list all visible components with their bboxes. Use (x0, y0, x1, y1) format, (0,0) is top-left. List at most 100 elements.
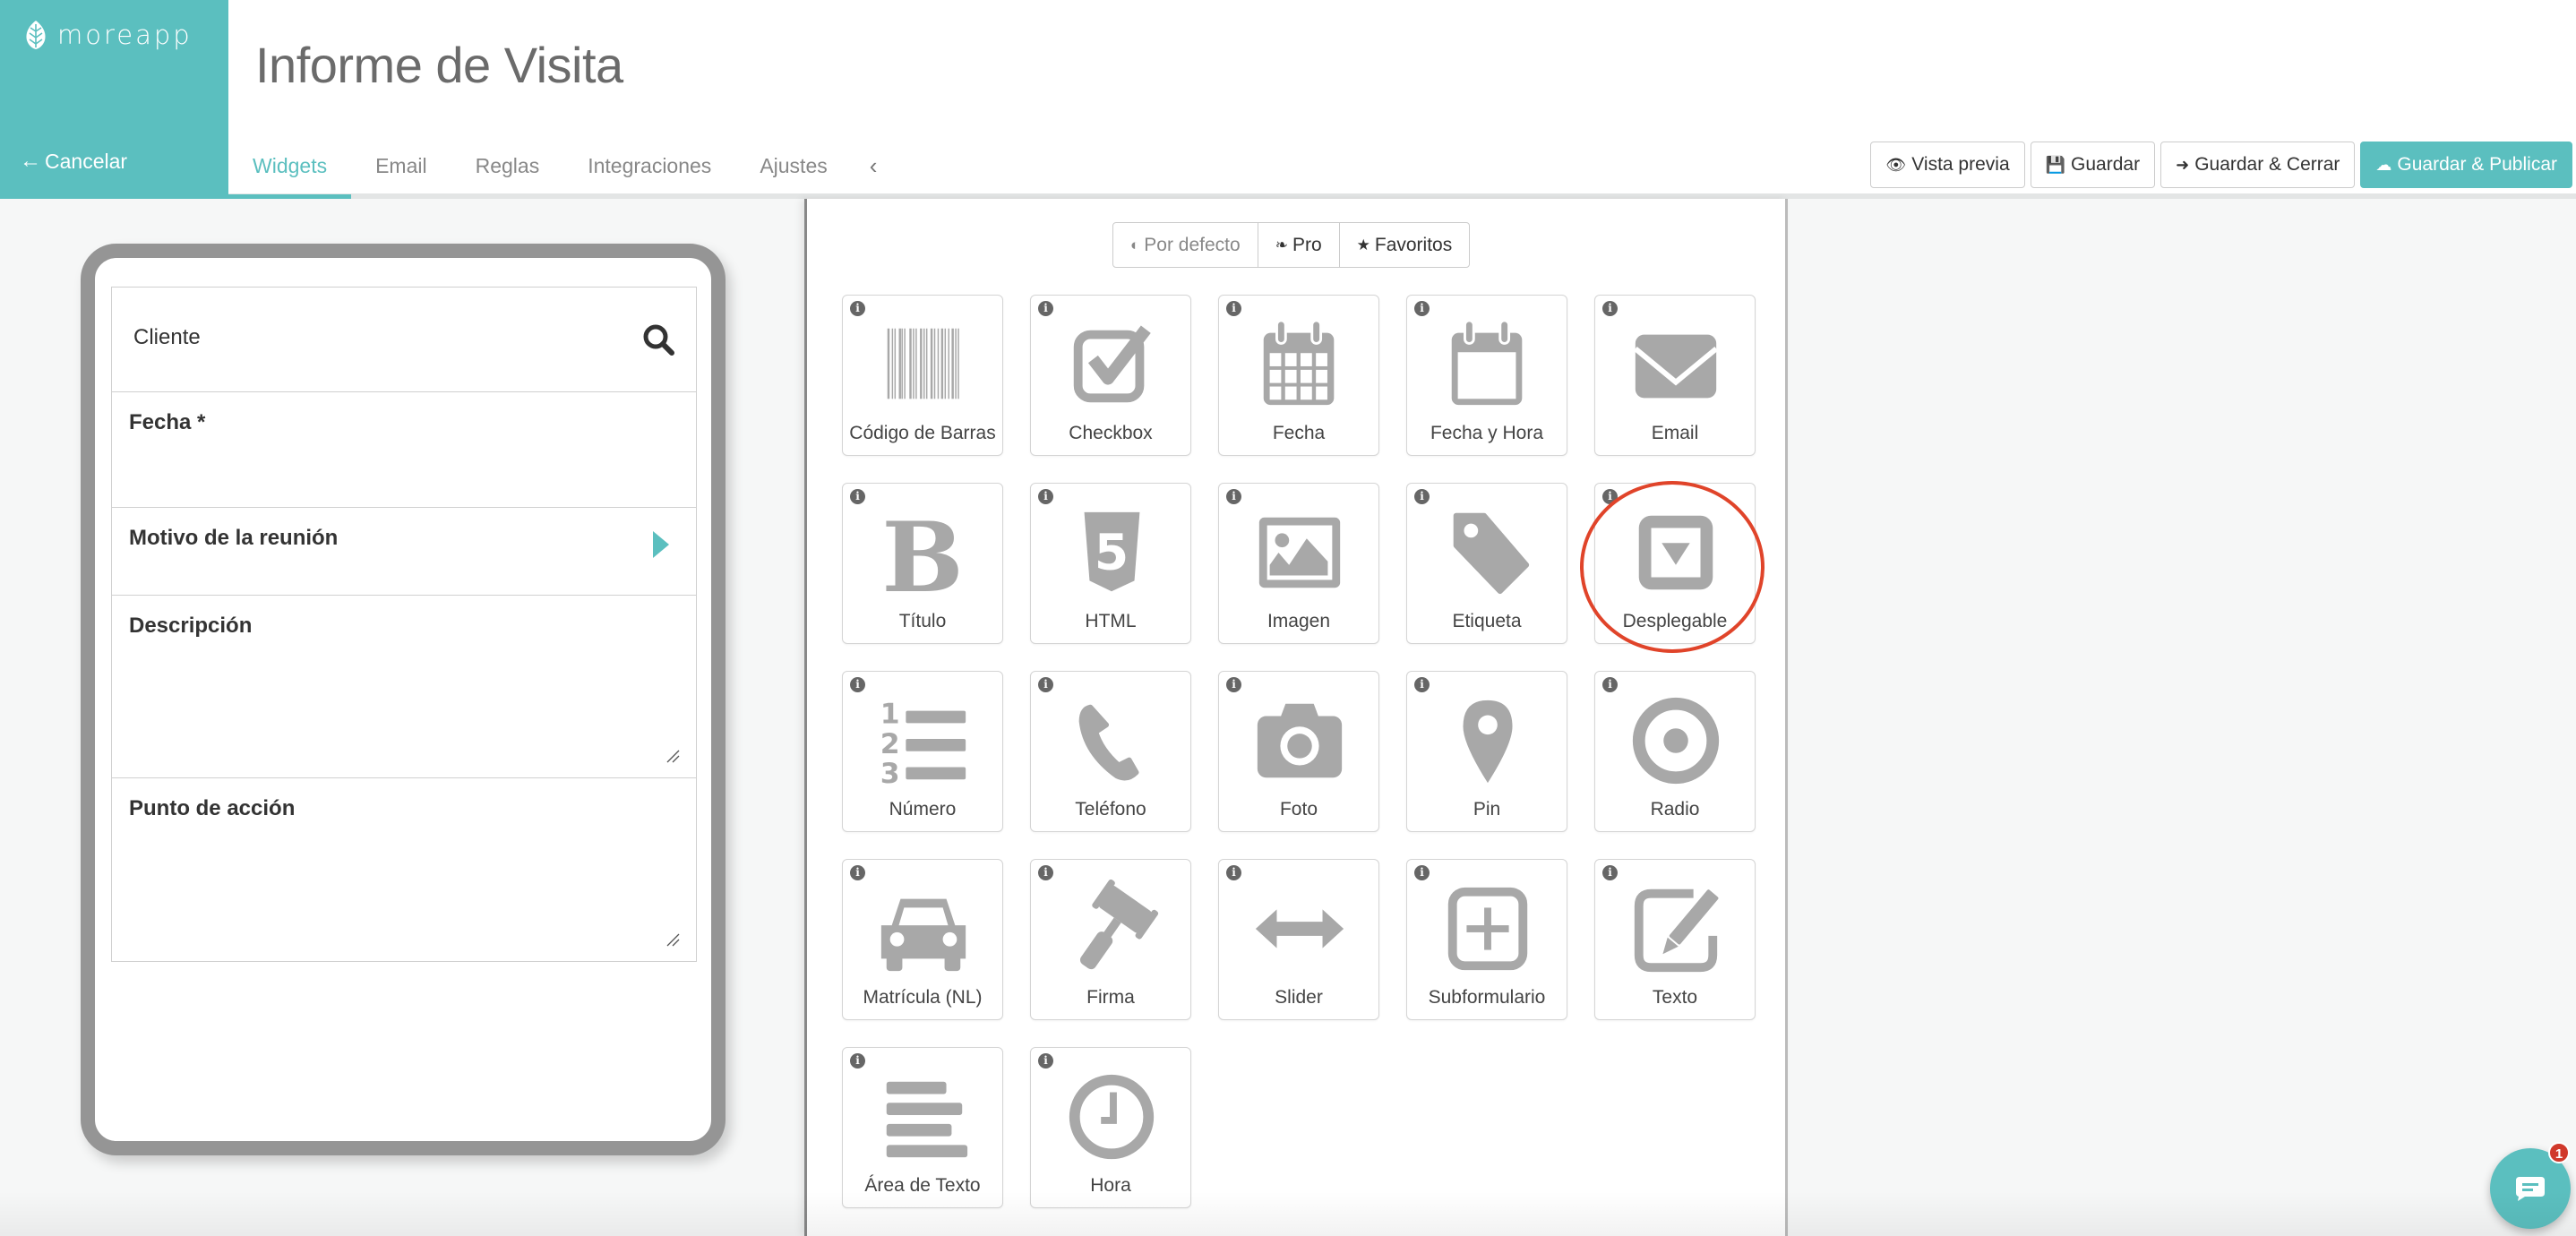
chevron-left-icon[interactable]: ‹ (852, 143, 896, 180)
widget-card-hora[interactable]: i Hora (1030, 1047, 1191, 1208)
widget-label: Fecha y Hora (1430, 423, 1544, 443)
caret-right-icon[interactable] (653, 531, 669, 558)
widget-card-etiqueta[interactable]: i Etiqueta (1406, 483, 1567, 644)
widget-card-titulo[interactable]: i B Título (842, 483, 1003, 644)
search-icon[interactable] (640, 322, 676, 357)
widget-label: Teléfono (1075, 799, 1146, 820)
widget-card-fecha[interactable]: i Fecha (1218, 295, 1379, 456)
widget-label: Código de Barras (849, 423, 996, 443)
tab-reglas[interactable]: Reglas (451, 143, 564, 199)
widget-card-subformulario[interactable]: i Subformulario (1406, 859, 1567, 1020)
info-icon[interactable]: i (850, 489, 865, 504)
save-publish-button[interactable]: ☁ Guardar & Publicar (2360, 142, 2572, 188)
chat-bubble-icon (2516, 1177, 2545, 1201)
widget-card-radio[interactable]: i Radio (1594, 671, 1756, 832)
cancel-label: Cancelar (45, 149, 128, 173)
category-pro[interactable]: ❧ Pro (1258, 223, 1340, 267)
info-icon[interactable]: i (1038, 301, 1053, 316)
widget-label: Desplegable (1622, 611, 1728, 631)
info-icon[interactable]: i (850, 677, 865, 692)
info-icon[interactable]: i (850, 301, 865, 316)
field-fecha[interactable]: Fecha * (112, 392, 696, 508)
info-icon[interactable]: i (1038, 677, 1053, 692)
svg-text:1: 1 (880, 698, 900, 730)
tab-widgets[interactable]: Widgets (228, 143, 352, 199)
info-icon[interactable]: i (1038, 865, 1053, 880)
info-icon[interactable]: i (1226, 677, 1241, 692)
info-icon[interactable]: i (1226, 489, 1241, 504)
info-icon[interactable]: i (1602, 677, 1618, 692)
category-por-defecto[interactable]: ◐ Por defecto (1113, 223, 1258, 267)
info-icon[interactable]: i (1226, 865, 1241, 880)
info-icon[interactable]: i (850, 865, 865, 880)
widget-label: Hora (1090, 1175, 1131, 1196)
info-icon[interactable]: i (1602, 301, 1618, 316)
widget-panel: ◐ Por defecto ❧ Pro ★ Favoritos i Código … (804, 199, 1788, 1236)
info-icon[interactable]: i (1226, 301, 1241, 316)
preview-button[interactable]: 👁 Vista previa (1870, 142, 2025, 188)
info-icon[interactable]: i (1038, 489, 1053, 504)
category-favoritos[interactable]: ★ Favoritos (1340, 223, 1470, 267)
widget-card-firma[interactable]: i Firma (1030, 859, 1191, 1020)
info-icon[interactable]: i (1414, 865, 1430, 880)
category-label: Por defecto (1144, 234, 1241, 255)
tab-bar: Widgets Email Reglas Integraciones Ajust… (228, 143, 895, 199)
field-descripcion[interactable]: Descripción (112, 596, 696, 778)
widget-card-fecha-y-hora[interactable]: i Fecha y Hora (1406, 295, 1567, 456)
action-buttons: 👁 Vista previa 💾 Guardar ➜ Guardar & Cer… (1870, 142, 2572, 188)
info-icon[interactable]: i (1414, 489, 1430, 504)
field-cliente[interactable]: Cliente (112, 288, 696, 392)
sign-out-icon: ➜ (2176, 155, 2190, 174)
top-header: moreapp ← Cancelar Informe de Visita Wid… (0, 0, 2576, 199)
widget-card-imagen[interactable]: i Imagen (1218, 483, 1379, 644)
field-punto-accion[interactable]: Punto de acción (112, 778, 696, 961)
widget-card-numero[interactable]: i 1 2 3 Número (842, 671, 1003, 832)
form-preview: Cliente Fecha * Motivo de la reunión Des… (111, 287, 697, 962)
info-icon[interactable]: i (1414, 677, 1430, 692)
widget-card-foto[interactable]: i Foto (1218, 671, 1379, 832)
tab-integraciones[interactable]: Integraciones (563, 143, 735, 199)
widget-card-telefono[interactable]: i Teléfono (1030, 671, 1191, 832)
bold-icon: B (874, 502, 973, 614)
info-icon[interactable]: i (1038, 1053, 1053, 1069)
star-icon: ★ (1356, 236, 1370, 253)
calendar-icon (1250, 315, 1349, 414)
widget-card-texto[interactable]: i Texto (1594, 859, 1756, 1020)
save-label: Guardar (2071, 154, 2141, 175)
widget-card-checkbox[interactable]: i Checkbox (1030, 295, 1191, 456)
cancel-button[interactable]: ← Cancelar (20, 149, 127, 174)
tab-ajustes[interactable]: Ajustes (735, 143, 851, 199)
widget-card-pin[interactable]: i Pin (1406, 671, 1567, 832)
widget-card-area-de-texto[interactable]: i Área de Texto (842, 1047, 1003, 1208)
info-icon[interactable]: i (1414, 301, 1430, 316)
gavel-icon (1062, 879, 1161, 978)
info-icon[interactable]: i (1602, 865, 1618, 880)
save-button[interactable]: 💾 Guardar (2030, 142, 2156, 188)
tab-email[interactable]: Email (351, 143, 451, 199)
widget-card-matricula-nl[interactable]: i Matrícula (NL) (842, 859, 1003, 1020)
widget-card-slider[interactable]: i Slider (1218, 859, 1379, 1020)
widget-card-email[interactable]: i Email (1594, 295, 1756, 456)
camera-icon (1250, 691, 1349, 790)
phone-icon (1062, 691, 1161, 790)
widget-label: Área de Texto (864, 1175, 981, 1196)
preview-label: Vista previa (1911, 154, 2010, 175)
field-motivo[interactable]: Motivo de la reunión (112, 508, 696, 596)
widget-card-desplegable[interactable]: i Desplegable (1594, 483, 1756, 644)
widget-card-codigo-de-barras[interactable]: i Código de Barras (842, 295, 1003, 456)
dropdown-icon (1627, 503, 1725, 602)
resize-handle-icon[interactable] (665, 749, 680, 763)
info-icon[interactable]: i (1602, 489, 1618, 504)
widget-label: Número (889, 799, 957, 820)
widget-label: Título (898, 611, 947, 631)
svg-text:5: 5 (1095, 524, 1129, 581)
widget-label: Slider (1275, 987, 1323, 1008)
widget-card-html[interactable]: i 5 HTML (1030, 483, 1191, 644)
image-icon (1250, 503, 1349, 602)
info-icon[interactable]: i (850, 1053, 865, 1069)
floppy-icon: 💾 (2045, 155, 2066, 174)
page-title: Informe de Visita (255, 37, 623, 93)
resize-handle-icon[interactable] (665, 932, 680, 947)
save-close-button[interactable]: ➜ Guardar & Cerrar (2160, 142, 2356, 188)
logo-text: moreapp (57, 20, 193, 50)
